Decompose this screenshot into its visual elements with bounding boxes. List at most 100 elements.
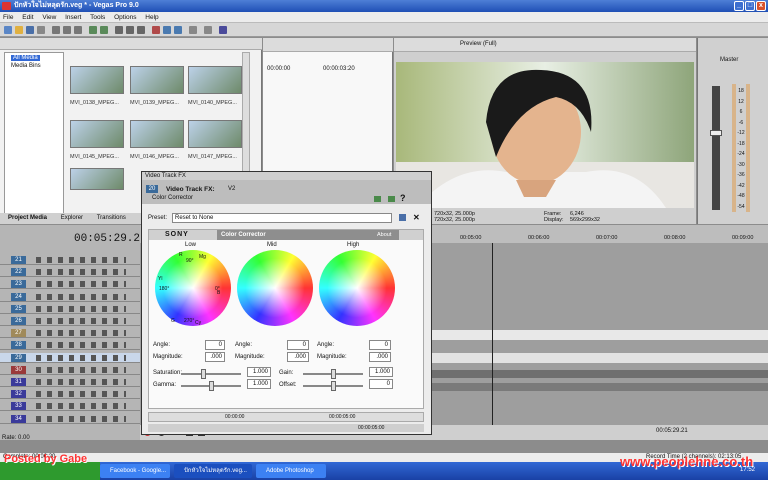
- maximize-button[interactable]: □: [745, 1, 755, 11]
- save-preset-icon[interactable]: [399, 214, 406, 221]
- task-vegas[interactable]: ปักหัวใจไม่หลุดรัก.veg...: [174, 464, 252, 478]
- menu-view[interactable]: View: [42, 14, 56, 21]
- track-controls-icon[interactable]: [36, 354, 126, 361]
- track-header[interactable]: 30: [0, 364, 140, 375]
- track-controls-icon[interactable]: [36, 366, 126, 373]
- track-header[interactable]: 29: [0, 352, 140, 363]
- menu-help[interactable]: Help: [145, 14, 158, 21]
- track-header[interactable]: 25: [0, 303, 140, 314]
- undo-icon[interactable]: [89, 26, 97, 34]
- tab-project-media[interactable]: Project Media: [8, 215, 47, 221]
- offset-input[interactable]: 0: [369, 379, 393, 389]
- help-icon[interactable]: [219, 26, 227, 34]
- track-header[interactable]: 27: [0, 328, 140, 339]
- track-header[interactable]: 33: [0, 401, 140, 412]
- minimize-button[interactable]: _: [734, 1, 744, 11]
- lock-envelopes-icon[interactable]: [189, 26, 197, 34]
- menu-file[interactable]: File: [3, 14, 13, 21]
- tree-item-all-media[interactable]: All Media: [11, 55, 40, 61]
- track-header[interactable]: 32: [0, 389, 140, 400]
- track-header[interactable]: 34: [0, 413, 140, 424]
- track-controls-icon[interactable]: [36, 403, 126, 410]
- menu-tools[interactable]: Tools: [90, 14, 105, 21]
- auto-ripple-icon[interactable]: [174, 26, 182, 34]
- plugin-chain-icon[interactable]: [374, 196, 381, 202]
- media-thumbnail[interactable]: [70, 120, 124, 148]
- saturation-slider[interactable]: [181, 369, 241, 379]
- track-controls-icon[interactable]: [36, 318, 126, 324]
- track-controls-icon[interactable]: [36, 257, 126, 263]
- track-controls-icon[interactable]: [36, 342, 126, 349]
- track-controls-icon[interactable]: [36, 305, 126, 312]
- media-thumbnail[interactable]: [130, 66, 184, 94]
- auto-crossfade-icon[interactable]: [163, 26, 171, 34]
- media-thumbnail[interactable]: [188, 66, 242, 94]
- paste-icon[interactable]: [74, 26, 82, 34]
- tab-explorer[interactable]: Explorer: [61, 215, 83, 221]
- copy-icon[interactable]: [63, 26, 71, 34]
- about-button[interactable]: About: [377, 232, 391, 238]
- playhead[interactable]: [492, 243, 493, 425]
- track-controls-icon[interactable]: [36, 293, 126, 300]
- redo-icon[interactable]: [100, 26, 108, 34]
- media-thumbnail[interactable]: [130, 120, 184, 148]
- open-icon[interactable]: [15, 26, 23, 34]
- menu-options[interactable]: Options: [114, 14, 136, 21]
- help-icon[interactable]: ?: [400, 193, 406, 203]
- properties-icon[interactable]: [37, 26, 45, 34]
- offset-slider[interactable]: [303, 381, 363, 391]
- menu-insert[interactable]: Insert: [65, 14, 81, 21]
- master-fader-handle[interactable]: [710, 130, 722, 136]
- mid-color-wheel[interactable]: [237, 250, 313, 326]
- menu-edit[interactable]: Edit: [22, 14, 33, 21]
- new-icon[interactable]: [4, 26, 12, 34]
- track-controls-icon[interactable]: [36, 281, 126, 288]
- video-event-strip[interactable]: [432, 330, 768, 340]
- preview-quality-dropdown[interactable]: Preview (Full): [460, 41, 497, 47]
- video-event-strip[interactable]: [432, 353, 768, 363]
- snapping-icon[interactable]: [152, 26, 160, 34]
- low-angle-input[interactable]: 0: [205, 340, 225, 350]
- fx-chain-color-corrector[interactable]: Color Corrector: [152, 195, 193, 201]
- plugin-chain-icon[interactable]: [388, 196, 395, 202]
- save-icon[interactable]: [26, 26, 34, 34]
- track-controls-icon[interactable]: [36, 269, 126, 276]
- edit-tool-icon[interactable]: [115, 26, 123, 34]
- delete-preset-icon[interactable]: ✕: [413, 213, 420, 222]
- audio-event-strip[interactable]: [432, 370, 768, 378]
- saturation-slider-handle[interactable]: [201, 369, 206, 379]
- track-header[interactable]: 22: [0, 267, 140, 278]
- gamma-slider[interactable]: [181, 381, 241, 391]
- gain-slider-handle[interactable]: [331, 369, 336, 379]
- envelope-tool-icon[interactable]: [126, 26, 134, 34]
- gain-slider[interactable]: [303, 369, 363, 379]
- close-button[interactable]: x: [756, 1, 766, 11]
- gamma-slider-handle[interactable]: [209, 381, 214, 391]
- track-controls-icon[interactable]: [36, 415, 126, 422]
- track-controls-icon[interactable]: [36, 330, 126, 337]
- track-header[interactable]: 21: [0, 255, 140, 265]
- media-thumbnail[interactable]: [70, 66, 124, 94]
- media-thumbnail[interactable]: [70, 168, 124, 190]
- track-header[interactable]: 23: [0, 279, 140, 290]
- tree-item-media-bins[interactable]: Media Bins: [11, 63, 63, 69]
- track-header[interactable]: 24: [0, 291, 140, 302]
- audio-event-strip[interactable]: [432, 383, 768, 391]
- high-magnitude-input[interactable]: .000: [369, 352, 391, 362]
- track-header[interactable]: 26: [0, 316, 140, 326]
- ignore-grouping-icon[interactable]: [204, 26, 212, 34]
- gain-input[interactable]: 1.000: [369, 367, 393, 377]
- cut-icon[interactable]: [52, 26, 60, 34]
- high-angle-input[interactable]: 0: [369, 340, 391, 350]
- track-header[interactable]: 31: [0, 377, 140, 387]
- preset-dropdown[interactable]: Reset to None: [172, 213, 392, 223]
- low-magnitude-input[interactable]: .000: [205, 352, 225, 362]
- task-photoshop[interactable]: Adobe Photoshop: [256, 464, 326, 478]
- saturation-input[interactable]: 1.000: [247, 367, 271, 377]
- task-facebook[interactable]: Facebook - Google...: [100, 464, 170, 478]
- tab-transitions[interactable]: Transitions: [97, 215, 126, 221]
- mid-magnitude-input[interactable]: .000: [287, 352, 309, 362]
- track-controls-icon[interactable]: [36, 391, 126, 398]
- track-header[interactable]: 28: [0, 340, 140, 351]
- gamma-input[interactable]: 1.000: [247, 379, 271, 389]
